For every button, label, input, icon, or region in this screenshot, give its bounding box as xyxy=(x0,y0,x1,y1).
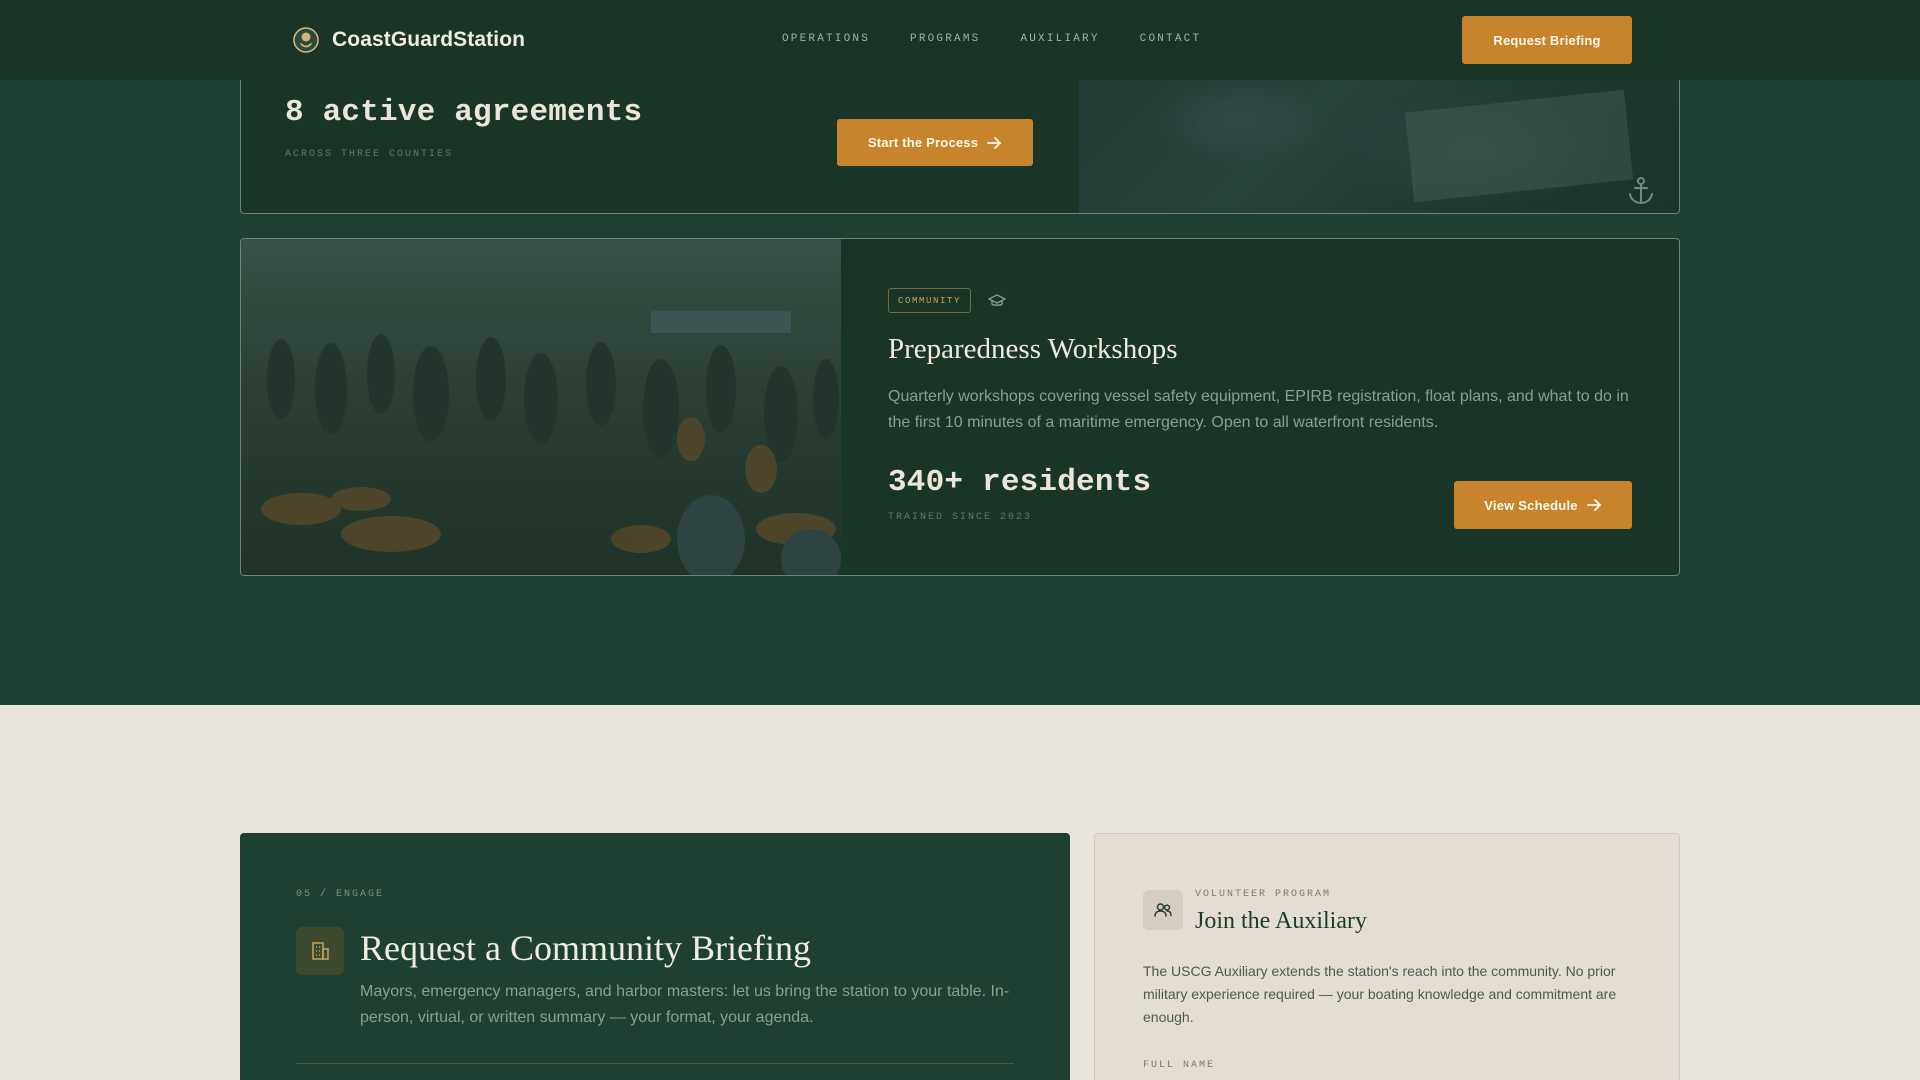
view-schedule-label: View Schedule xyxy=(1484,497,1578,513)
residents-stat: 340+ residents xyxy=(888,465,1152,500)
divider xyxy=(296,1063,1014,1064)
workshops-description: Quarterly workshops covering vessel safe… xyxy=(888,388,1629,431)
arrow-right-icon xyxy=(987,136,1002,149)
building-badge xyxy=(296,927,344,975)
workshops-title: Preparedness Workshops xyxy=(888,333,1178,365)
aux-title: Join the Auxiliary xyxy=(1195,908,1367,934)
site-header: CoastGuardStation OPERATIONS PROGRAMS AU… xyxy=(0,0,1920,80)
people-icon xyxy=(1154,903,1172,917)
community-tag: COMMUNITY xyxy=(888,288,972,313)
brand-name: CoastGuardStation xyxy=(332,28,526,51)
nav-programs[interactable]: PROGRAMS xyxy=(910,33,980,45)
start-process-button[interactable]: Start the Process xyxy=(837,119,1033,166)
briefing-description: Mayors, emergency managers, and harbor m… xyxy=(360,983,1010,1026)
briefing-title: Request a Community Briefing xyxy=(360,928,811,968)
aux-description: The USCG Auxiliary extends the station's… xyxy=(1143,963,1617,1025)
section-eyebrow: 05 / ENGAGE xyxy=(296,889,385,900)
residents-stat-sub: TRAINED SINCE 2023 xyxy=(888,512,1033,523)
people-badge xyxy=(1143,890,1183,930)
request-briefing-button[interactable]: Request Briefing xyxy=(1462,16,1632,64)
briefing-card: 05 / ENGAGE Request a Community Briefing… xyxy=(240,833,1070,1080)
brand[interactable]: CoastGuardStation xyxy=(292,26,525,54)
aux-eyebrow: VOLUNTEER PROGRAM xyxy=(1195,889,1332,900)
workshops-card: COMMUNITY Preparedness Workshops Quarter… xyxy=(240,238,1680,576)
building-icon xyxy=(312,942,329,960)
anchor-icon xyxy=(1629,177,1653,205)
nav-auxiliary[interactable]: AUXILIARY xyxy=(1020,33,1099,45)
agreements-stat: 8 active agreements xyxy=(285,95,643,130)
agreements-stat-sub: ACROSS THREE COUNTIES xyxy=(285,149,454,160)
full-name-label: FULL NAME xyxy=(1143,1060,1216,1071)
arrow-right-icon xyxy=(1586,499,1601,511)
main-nav: OPERATIONS PROGRAMS AUXILIARY CONTACT xyxy=(782,33,1201,45)
coast-guard-emblem-icon xyxy=(293,27,319,53)
programs-section: 8 active agreements ACROSS THREE COUNTIE… xyxy=(0,0,1920,705)
workshops-photo xyxy=(241,239,841,575)
graduation-cap-icon xyxy=(988,294,1006,306)
nav-operations[interactable]: OPERATIONS xyxy=(782,33,870,45)
nav-contact[interactable]: CONTACT xyxy=(1140,33,1202,45)
view-schedule-button[interactable]: View Schedule xyxy=(1454,481,1632,529)
start-process-label: Start the Process xyxy=(867,135,979,150)
auxiliary-card: VOLUNTEER PROGRAM Join the Auxiliary The… xyxy=(1094,833,1680,1080)
